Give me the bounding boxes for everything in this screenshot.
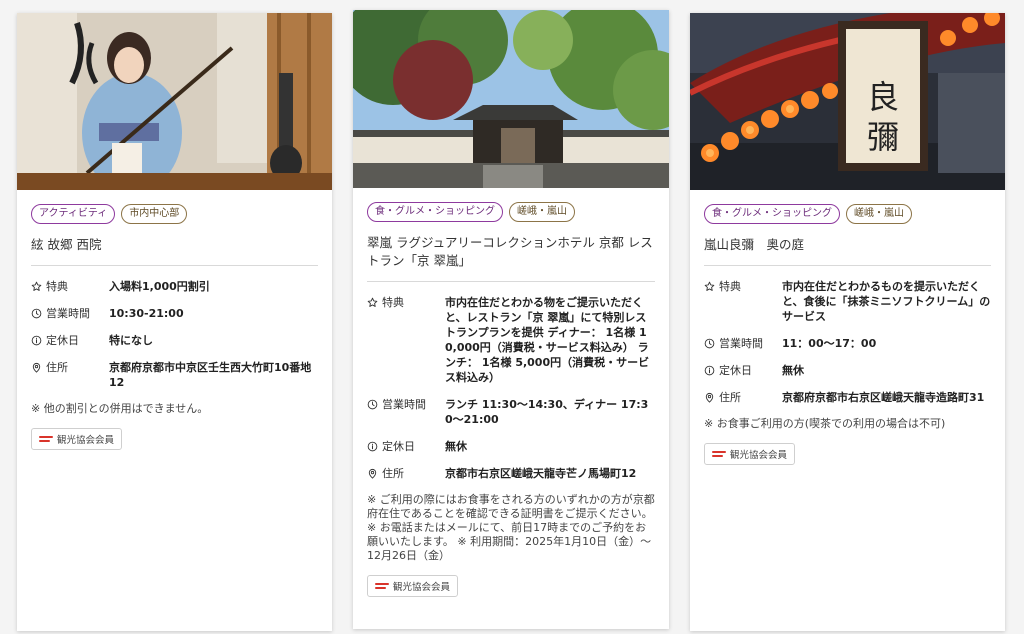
address-label: 住所 — [719, 391, 741, 404]
benefit-value: 市内在住だとわかるものを提示いただくと、食後に「抹茶ミニソフトクリーム」のサービ… — [782, 280, 991, 323]
spot-photo[interactable] — [17, 13, 332, 190]
member-badge-label: 観光協会会員 — [57, 435, 115, 446]
clock-icon — [704, 338, 715, 349]
category-tags: アクティビティ 市内中心部 — [31, 204, 318, 224]
hours-label: 営業時間 — [719, 337, 763, 350]
address-row: 住所 京都府京都市右京区嵯峨天龍寺造路町31 — [704, 390, 991, 405]
association-logo-icon — [712, 450, 726, 458]
benefit-row: 特典 市内在住だとわかるものを提示いただくと、食後に「抹茶ミニソフトクリーム」の… — [704, 279, 991, 324]
note-text: ※ ご利用の際にはお食事をされる方のいずれかの方が京都府在住であることを確認でき… — [367, 493, 655, 562]
address-value: 京都府京都市右京区嵯峨天龍寺造路町31 — [782, 391, 985, 404]
category-tag[interactable]: 食・グルメ・ショッピング — [704, 204, 840, 224]
location-pin-icon — [32, 362, 41, 373]
address-label: 住所 — [46, 361, 68, 374]
closed-label: 定休日 — [46, 334, 79, 347]
benefit-label: 特典 — [382, 296, 404, 309]
info-icon — [31, 335, 42, 346]
spot-card[interactable]: 食・グルメ・ショッピング 嵯峨・嵐山 翠嵐 ラグジュアリーコレクションホテル 京… — [353, 10, 669, 629]
spot-photo[interactable]: 良 彌 — [690, 13, 1005, 190]
note-text: ※ お食事ご利用の方(喫茶での利用の場合は不可) — [704, 417, 946, 430]
hours-label: 営業時間 — [46, 307, 90, 320]
closed-row: 定休日 無休 — [367, 439, 655, 454]
closed-label: 定休日 — [719, 364, 752, 377]
hours-row: 営業時間 10:30-21:00 — [31, 306, 318, 321]
hours-value: ランチ 11:30〜14:30、ディナー 17:30〜21:00 — [445, 398, 649, 426]
benefit-value: 入場料1,000円割引 — [109, 280, 210, 293]
association-logo-icon — [375, 582, 389, 590]
member-badge: 観光協会会員 — [704, 443, 796, 465]
spot-title[interactable]: 嵐山良彌 奥の庭 — [704, 236, 991, 266]
benefit-row: 特典 入場料1,000円割引 — [31, 279, 318, 294]
info-icon — [704, 365, 715, 376]
sign-char-1: 良 — [867, 78, 899, 116]
spot-card[interactable]: 良 彌 食・グルメ・ショッピング 嵯峨・嵐山 嵐山良彌 奥の庭 特典 市内在住だ… — [690, 13, 1005, 631]
note-text: ※ 他の割引との併用はできません。 — [31, 402, 209, 415]
address-row: 住所 京都市右京区嵯峨天龍寺芒ノ馬場町12 — [367, 466, 655, 481]
member-badge: 観光協会会員 — [31, 428, 123, 450]
spot-card[interactable]: アクティビティ 市内中心部 絃 故郷 西院 特典 入場料1,000円割引 営業時… — [17, 13, 332, 631]
hours-value: 10:30-21:00 — [109, 307, 184, 320]
location-pin-icon — [368, 468, 377, 479]
benefit-label: 特典 — [46, 280, 68, 293]
star-icon — [704, 281, 715, 291]
association-logo-icon — [39, 435, 53, 443]
benefit-label: 特典 — [719, 280, 741, 293]
closed-value: 無休 — [782, 364, 804, 377]
spot-title[interactable]: 絃 故郷 西院 — [31, 236, 318, 266]
location-pin-icon — [705, 392, 714, 403]
star-icon — [367, 297, 378, 307]
area-tag[interactable]: 嵯峨・嵐山 — [509, 202, 575, 222]
closed-value: 特になし — [109, 334, 153, 347]
hours-row: 営業時間 11：00〜17：00 — [704, 336, 991, 351]
category-tag[interactable]: 食・グルメ・ショッピング — [367, 202, 503, 222]
benefit-value: 市内在住だとわかる物をご提示いただくと、レストラン「京 翠嵐」にて特別レストラン… — [445, 296, 650, 384]
area-tag[interactable]: 市内中心部 — [121, 204, 188, 224]
spot-photo[interactable] — [353, 10, 669, 188]
clock-icon — [31, 308, 42, 319]
hours-value: 11：00〜17：00 — [782, 337, 877, 350]
address-value: 京都市右京区嵯峨天龍寺芒ノ馬場町12 — [445, 467, 637, 480]
closed-value: 無休 — [445, 440, 467, 453]
closed-row: 定休日 特になし — [31, 333, 318, 348]
benefit-row: 特典 市内在住だとわかる物をご提示いただくと、レストラン「京 翠嵐」にて特別レス… — [367, 295, 655, 385]
closed-label: 定休日 — [382, 440, 415, 453]
address-value: 京都府京都市中京区壬生西大竹町10番地12 — [109, 361, 312, 389]
info-icon — [367, 441, 378, 452]
category-tags: 食・グルメ・ショッピング 嵯峨・嵐山 — [367, 202, 655, 222]
address-label: 住所 — [382, 467, 404, 480]
category-tag[interactable]: アクティビティ — [31, 204, 116, 224]
clock-icon — [367, 399, 378, 410]
member-badge-label: 観光協会会員 — [730, 450, 788, 461]
star-icon — [31, 281, 42, 291]
hours-row: 営業時間 ランチ 11:30〜14:30、ディナー 17:30〜21:00 — [367, 397, 655, 427]
sign-char-2: 彌 — [867, 118, 899, 156]
category-tags: 食・グルメ・ショッピング 嵯峨・嵐山 — [704, 204, 991, 224]
member-badge-label: 観光協会会員 — [393, 582, 451, 593]
member-badge: 観光協会会員 — [367, 575, 459, 597]
spot-title[interactable]: 翠嵐 ラグジュアリーコレクションホテル 京都 レストラン「京 翠嵐」 — [367, 234, 655, 282]
closed-row: 定休日 無休 — [704, 363, 991, 378]
address-row: 住所 京都府京都市中京区壬生西大竹町10番地12 — [31, 360, 318, 390]
hours-label: 営業時間 — [382, 398, 426, 411]
area-tag[interactable]: 嵯峨・嵐山 — [846, 204, 912, 224]
